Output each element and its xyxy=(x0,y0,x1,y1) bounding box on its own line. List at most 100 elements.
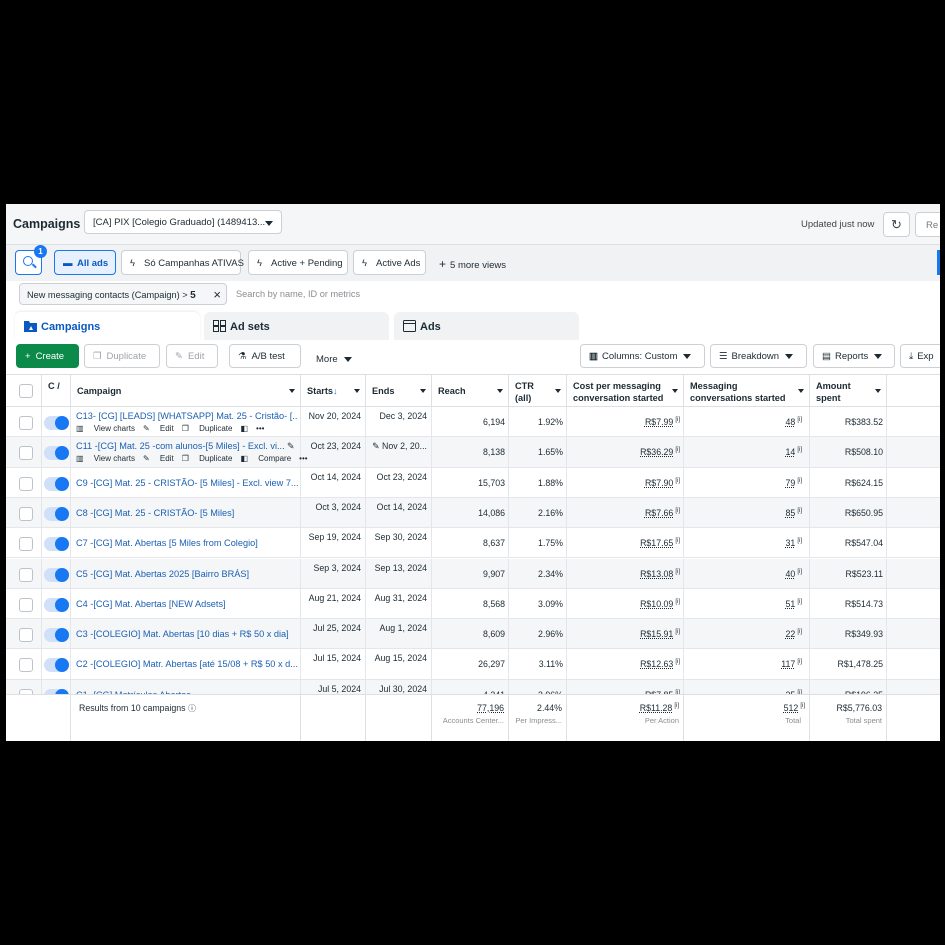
campaign-name-link[interactable]: C2 -[COLEGIO] Matr. Abertas [até 15/08 +… xyxy=(76,659,298,669)
row-checkbox[interactable] xyxy=(19,658,33,673)
more-views-label: 5 more views xyxy=(450,260,506,271)
header-ends[interactable]: Ends xyxy=(366,375,432,408)
campaign-toggle[interactable] xyxy=(44,658,69,673)
campaign-name-link[interactable]: C11 -[CG] Mat. 25 -com alunos-[5 Miles] … xyxy=(76,441,298,451)
campaign-toggle[interactable] xyxy=(44,628,69,643)
table-row[interactable]: C3 -[COLEGIO] Mat. Abertas [10 dias + R$… xyxy=(6,619,940,650)
header-amount-spent[interactable]: Amount spent xyxy=(810,375,887,408)
edit-link[interactable]: ✎ Edit xyxy=(143,424,174,433)
table-row[interactable]: C7 -[CG] Mat. Abertas [5 Miles from Cole… xyxy=(6,528,940,559)
columns-button[interactable]: ▥ Columns: Custom xyxy=(580,344,705,368)
row-checkbox[interactable] xyxy=(19,476,33,491)
header-ctr[interactable]: CTR (all) xyxy=(509,375,567,408)
campaign-toggle[interactable] xyxy=(44,506,69,521)
header-cost-per-messaging[interactable]: Cost per messaging conversation started xyxy=(567,375,684,408)
row-checkbox[interactable] xyxy=(19,597,33,612)
campaign-toggle[interactable] xyxy=(44,476,69,491)
more-views-button[interactable]: +5 more views xyxy=(439,257,506,271)
pencil-icon[interactable]: ✎ xyxy=(287,441,295,452)
table-row[interactable]: C11 -[CG] Mat. 25 -com alunos-[5 Miles] … xyxy=(6,437,940,468)
header-messaging-conversations[interactable]: Messaging conversations started xyxy=(684,375,810,408)
table-row[interactable]: C5 -[CG] Mat. Abertas 2025 [Bairro BRÁS]… xyxy=(6,558,940,589)
account-selector[interactable]: [CA] PIX [Colegio Graduado] (1489413... xyxy=(84,210,282,234)
view-active-pending[interactable]: ϟ Active + Pending xyxy=(248,250,348,275)
pencil-icon[interactable]: ✎ xyxy=(372,441,382,451)
header-reach[interactable]: Reach xyxy=(432,375,509,408)
more-button[interactable]: More xyxy=(316,354,352,365)
campaign-name-link[interactable]: C5 -[CG] Mat. Abertas 2025 [Bairro BRÁS] xyxy=(76,569,298,579)
select-all-checkbox[interactable] xyxy=(19,384,33,398)
view-charts-link[interactable]: ▥ View charts xyxy=(76,424,135,433)
reports-button[interactable]: ▤ Reports xyxy=(813,344,895,368)
tab-ad-sets[interactable]: Ad sets xyxy=(204,312,389,340)
breakdown-button[interactable]: ☰ Breakdown xyxy=(710,344,807,368)
view-all-ads[interactable]: ▬ All ads xyxy=(54,250,116,275)
ctr-value-value: 2.34% xyxy=(538,568,563,579)
duplicate-icon: ❐ xyxy=(93,351,102,362)
row-checkbox[interactable] xyxy=(19,537,33,552)
chevron-down-icon xyxy=(683,353,692,359)
campaign-name-link[interactable]: C8 -[CG] Mat. 25 - CRISTÃO- [5 Miles] xyxy=(76,508,298,518)
duplicate-link[interactable]: ❐ Duplicate xyxy=(182,424,233,433)
campaign-toggle[interactable] xyxy=(44,416,69,430)
footer-ends-cell xyxy=(366,695,432,741)
view-charts-link[interactable]: ▥ View charts xyxy=(76,454,135,463)
edit-link[interactable]: ✎ Edit xyxy=(143,454,174,463)
campaign-toggle[interactable] xyxy=(44,537,69,552)
view-so-campanhas[interactable]: ϟ Só Campanhas ATIVAS xyxy=(121,250,244,275)
campaign-toggle[interactable] xyxy=(44,567,69,582)
cost-value: R$36.29 [i] xyxy=(640,447,680,457)
row-checkbox[interactable] xyxy=(19,628,33,643)
info-icon[interactable]: ⓘ xyxy=(188,704,196,713)
ends-date: Aug 1, 2024 xyxy=(380,623,427,633)
compare-link[interactable]: ◧ Compare xyxy=(240,454,291,463)
row-checkbox[interactable] xyxy=(19,446,33,461)
header-starts[interactable]: Starts↓ xyxy=(301,375,366,408)
ab-test-button[interactable]: ⚗ A/B test xyxy=(229,344,301,368)
filter-chip[interactable]: New messaging contacts (Campaign) > 5 × xyxy=(19,283,227,305)
refresh-button[interactable]: ↻ xyxy=(883,212,910,237)
row-checkbox[interactable] xyxy=(19,416,33,430)
table-row[interactable]: C1- [CG] Matrículas AbertasJul 5, 2024Ju… xyxy=(6,679,940,694)
header-campaign[interactable]: Campaign xyxy=(71,375,301,408)
footer-ctr-sub: Per Impress... xyxy=(515,716,562,725)
create-button[interactable]: + Create xyxy=(16,344,79,368)
table-row[interactable]: C9 -[CG] Mat. 25 - CRISTÃO- [5 Miles] - … xyxy=(6,467,940,498)
table-row[interactable]: C4 -[CG] Mat. Abertas [NEW Adsets] Aug 21… xyxy=(6,588,940,620)
duplicate-button[interactable]: ❐ Duplicate xyxy=(84,344,160,368)
campaign-toggle[interactable] xyxy=(44,597,69,612)
compare-icon[interactable]: ◧ xyxy=(240,424,248,433)
row-checkbox[interactable] xyxy=(19,506,33,521)
side-button-edge[interactable] xyxy=(937,250,940,275)
more-actions-button[interactable]: ••• xyxy=(299,454,307,463)
campaign-name-link[interactable]: C9 -[CG] Mat. 25 - CRISTÃO- [5 Miles] - … xyxy=(76,478,298,488)
row-checkbox[interactable] xyxy=(19,567,33,582)
table-row[interactable]: C13- [CG] [LEADS] [WHATSAPP] Mat. 25 - C… xyxy=(6,407,940,438)
reach-value: 8,138 xyxy=(483,447,505,457)
review-button[interactable]: Re xyxy=(915,212,940,237)
tab-campaigns[interactable]: Campaigns xyxy=(15,312,200,340)
edit-button[interactable]: ✎ Edit xyxy=(166,344,218,368)
duplicate-link[interactable]: ❐ Duplicate xyxy=(182,454,233,463)
campaign-name-link[interactable]: C4 -[CG] Mat. Abertas [NEW Adsets] xyxy=(76,599,298,609)
footer-cost-sub: Per Action xyxy=(644,716,679,725)
search-toggle-button[interactable]: 1 xyxy=(15,245,47,275)
starts-date: Sep 3, 2024 xyxy=(314,563,361,573)
table-row[interactable]: C2 -[COLEGIO] Matr. Abertas [até 15/08 +… xyxy=(6,649,940,680)
view-active-ads[interactable]: ϟ Active Ads xyxy=(353,250,426,275)
campaign-toggle[interactable] xyxy=(44,446,69,461)
more-actions-button[interactable]: ••• xyxy=(256,424,264,433)
chart-icon: ▥ xyxy=(76,424,86,433)
campaign-name-link[interactable]: C3 -[COLEGIO] Mat. Abertas [10 dias + R$… xyxy=(76,629,298,639)
search-input[interactable]: Search by name, ID or metrics xyxy=(236,289,360,299)
lightning-icon: ϟ xyxy=(257,258,263,269)
campaign-name-link[interactable]: C7 -[CG] Mat. Abertas [5 Miles from Cole… xyxy=(76,538,298,548)
campaign-name-link[interactable]: C13- [CG] [LEADS] [WHATSAPP] Mat. 25 - C… xyxy=(76,411,298,421)
export-button[interactable]: ⤓ Exp xyxy=(900,344,940,368)
table-row[interactable]: C8 -[CG] Mat. 25 - CRISTÃO- [5 Miles] Oct… xyxy=(6,497,940,529)
view-label: Só Campanhas ATIVAS xyxy=(144,258,244,269)
ctr-value-value: 2.96% xyxy=(538,629,563,640)
close-icon[interactable]: × xyxy=(213,287,221,302)
header-onoff[interactable]: C / xyxy=(42,375,71,408)
tab-ads[interactable]: Ads xyxy=(394,312,579,340)
